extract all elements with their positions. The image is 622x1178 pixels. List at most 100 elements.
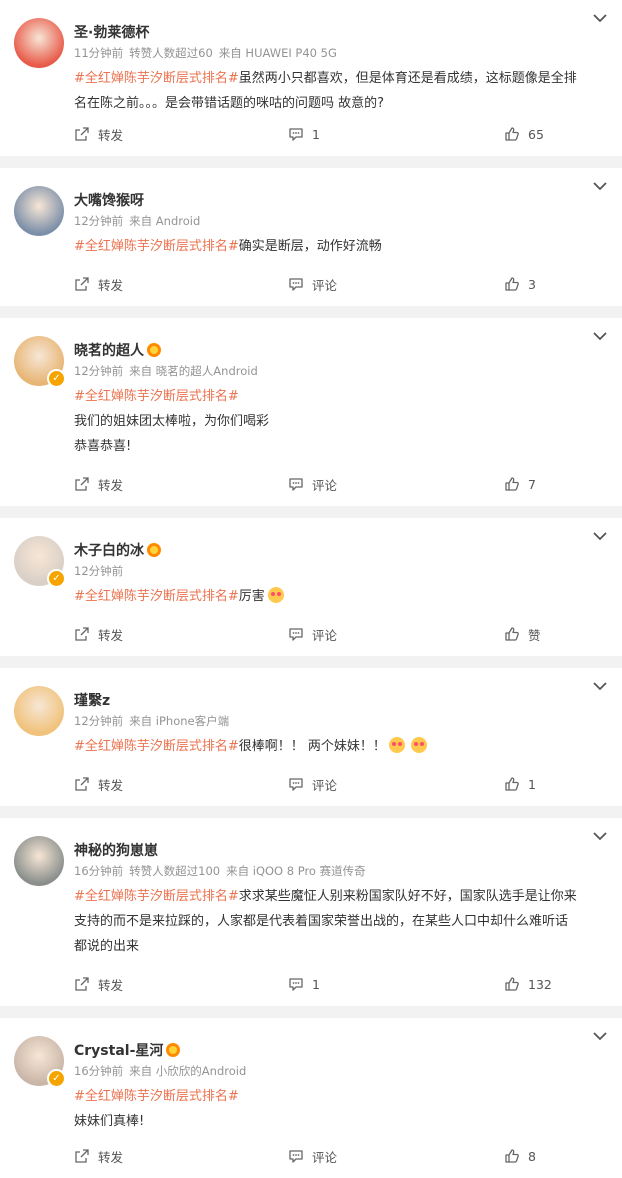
post-meta: 16分钟前 转赞人数超过100 来自 iQOO 8 Pro 赛道传奇 (74, 863, 372, 879)
chevron-down-icon[interactable] (590, 1028, 610, 1044)
chevron-down-icon[interactable] (590, 528, 610, 544)
meta-item: 11分钟前 (74, 46, 124, 60)
avatar-container[interactable] (14, 18, 64, 68)
meta-item: 转赞人数超过100 (129, 864, 221, 878)
hashtag-link[interactable]: #全红婵陈芋汐断层式排名# (74, 589, 239, 604)
meta-item: 来自 iQOO 8 Pro 赛道传奇 (226, 864, 366, 878)
avatar-container[interactable]: ✓ (14, 1036, 66, 1088)
forward-icon (74, 626, 98, 642)
like-count: 1 (528, 776, 536, 792)
comment-count: 评论 (312, 1149, 338, 1165)
comment-card: 瑾繄z 12分钟前 来自 iPhone客户端 #全红婵陈芋汐断层式排名#很棒啊！！ 两… (0, 668, 622, 806)
avatar-container[interactable] (14, 686, 64, 736)
avatar[interactable] (14, 686, 64, 736)
comment-text-segment: 求求某些魔怔人别来粉国家队好不好，国家队选手是让你来 (238, 889, 577, 904)
post-meta: 12分钟前 来自 iPhone客户端 (74, 713, 235, 729)
like-button[interactable]: 65 (504, 112, 544, 156)
crying-emoji-icon (267, 587, 284, 603)
avatar-container[interactable] (14, 836, 64, 886)
like-button[interactable]: 132 (504, 962, 552, 1006)
like-button[interactable]: 3 (504, 262, 536, 306)
meta-item: 16分钟前 (74, 1064, 124, 1078)
forward-icon (74, 276, 98, 292)
username[interactable]: 晓茗的超人 (74, 340, 161, 360)
username[interactable]: 圣·勃莱德杯 (74, 22, 149, 42)
hashtag-link[interactable]: #全红婵陈芋汐断层式排名# (74, 389, 239, 404)
username-text[interactable]: 晓茗的超人 (74, 340, 144, 360)
comment-count: 评论 (312, 277, 338, 293)
username[interactable]: 瑾繄z (74, 690, 110, 710)
hashtag-link[interactable]: #全红婵陈芋汐断层式排名# (74, 71, 239, 86)
thumbs-up-icon (504, 126, 528, 142)
hashtag-link[interactable]: #全红婵陈芋汐断层式排名# (74, 239, 239, 254)
comment-button[interactable]: 评论 (288, 612, 337, 656)
comment-text-segment: 很棒啊！！ 两个妹妹！！ (238, 739, 386, 754)
verified-badge-icon: ✓ (47, 569, 66, 588)
chevron-down-icon[interactable] (590, 328, 610, 344)
like-button[interactable]: 1 (504, 762, 536, 806)
avatar[interactable] (14, 836, 64, 886)
like-count: 132 (528, 976, 552, 992)
forward-button[interactable]: 转发 (74, 462, 123, 506)
action-bar: 转发 评论 3 (0, 262, 622, 306)
forward-button[interactable]: 转发 (74, 112, 123, 156)
comment-line: 妹妹们真棒! (74, 1109, 594, 1134)
hashtag-link[interactable]: #全红婵陈芋汐断层式排名# (74, 739, 239, 754)
like-button[interactable]: 赞 (504, 612, 541, 656)
comment-button[interactable]: 1 (288, 112, 320, 156)
post-meta: 12分钟前 (74, 563, 129, 579)
forward-button[interactable]: 转发 (74, 1134, 123, 1178)
username-text[interactable]: 神秘的狗崽崽 (74, 840, 158, 860)
username[interactable]: 大嘴馋猴呀 (74, 190, 144, 210)
like-count: 8 (528, 1148, 536, 1164)
avatar-container[interactable]: ✓ (14, 336, 66, 388)
comment-button[interactable]: 评论 (288, 262, 337, 306)
comment-line: 都说的出来 (74, 934, 594, 959)
username-text[interactable]: 木子白的冰 (74, 540, 144, 560)
like-button[interactable]: 7 (504, 462, 536, 506)
comment-button[interactable]: 1 (288, 962, 320, 1006)
forward-button[interactable]: 转发 (74, 262, 123, 306)
avatar[interactable] (14, 186, 64, 236)
hashtag-link[interactable]: #全红婵陈芋汐断层式排名# (74, 1089, 239, 1104)
comment-icon (288, 626, 312, 642)
post-meta: 11分钟前 转赞人数超过60 来自 HUAWEI P40 5G (74, 45, 343, 61)
meta-item: 12分钟前 (74, 214, 124, 228)
comment-card: ✓ 木子白的冰 12分钟前 #全红婵陈芋汐断层式排名#厉害 转发 评论 赞 (0, 518, 622, 656)
avatar-container[interactable]: ✓ (14, 536, 66, 588)
comment-card: 圣·勃莱德杯 11分钟前 转赞人数超过60 来自 HUAWEI P40 5G #全红婵陈… (0, 0, 622, 156)
chevron-down-icon[interactable] (590, 10, 610, 26)
forward-icon (74, 476, 98, 492)
avatar-container[interactable] (14, 186, 64, 236)
forward-button[interactable]: 转发 (74, 962, 123, 1006)
username-text[interactable]: 大嘴馋猴呀 (74, 190, 144, 210)
comment-line: 恭喜恭喜! (74, 434, 594, 459)
chevron-down-icon[interactable] (590, 828, 610, 844)
username[interactable]: 木子白的冰 (74, 540, 161, 560)
chevron-down-icon[interactable] (590, 678, 610, 694)
forward-button[interactable]: 转发 (74, 612, 123, 656)
comment-line: #全红婵陈芋汐断层式排名#确实是断层，动作好流畅 (74, 234, 594, 259)
comment-count: 评论 (312, 477, 338, 493)
comment-text: #全红婵陈芋汐断层式排名#虽然两小只都喜欢，但是体育还是看成绩，这标题像是全排名… (74, 66, 594, 116)
comment-text-segment: 确实是断层，动作好流畅 (238, 239, 382, 254)
post-meta: 12分钟前 来自 Android (74, 213, 206, 229)
comment-button[interactable]: 评论 (288, 462, 337, 506)
username[interactable]: 神秘的狗崽崽 (74, 840, 158, 860)
hashtag-link[interactable]: #全红婵陈芋汐断层式排名# (74, 889, 239, 904)
comment-line: #全红婵陈芋汐断层式排名#求求某些魔怔人别来粉国家队好不好，国家队选手是让你来 (74, 884, 594, 909)
comment-button[interactable]: 评论 (288, 1134, 337, 1178)
like-button[interactable]: 8 (504, 1134, 536, 1178)
avatar[interactable] (14, 18, 64, 68)
username-text[interactable]: 圣·勃莱德杯 (74, 22, 149, 42)
comment-button[interactable]: 评论 (288, 762, 337, 806)
username-text[interactable]: Crystal-星河 (74, 1040, 163, 1060)
meta-item: 来自 小欣欣的Android (129, 1064, 247, 1078)
username[interactable]: Crystal-星河 (74, 1040, 181, 1060)
heart-eyes-emoji-icon (410, 737, 427, 753)
action-bar: 转发 评论 7 (0, 462, 622, 506)
username-text[interactable]: 瑾繄z (74, 690, 110, 710)
chevron-down-icon[interactable] (590, 178, 610, 194)
forward-button[interactable]: 转发 (74, 762, 123, 806)
thumbs-up-icon (504, 776, 528, 792)
